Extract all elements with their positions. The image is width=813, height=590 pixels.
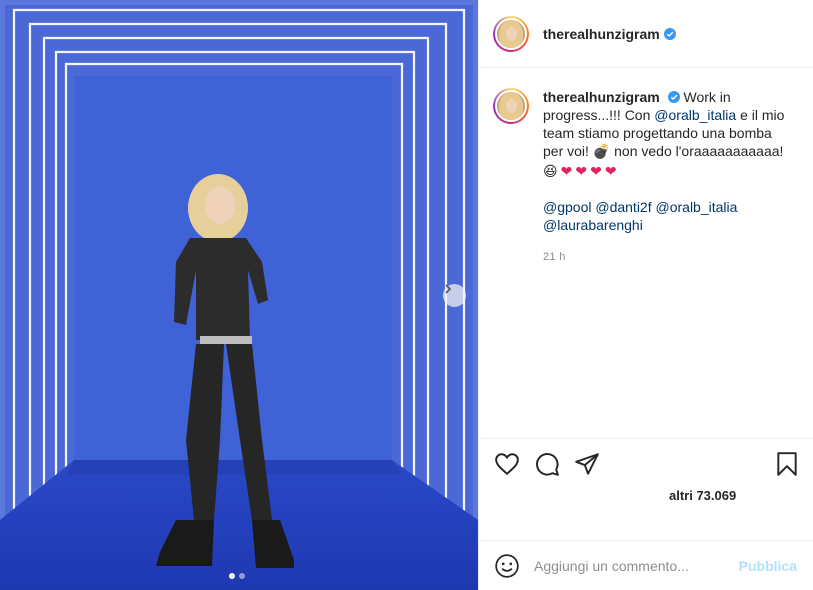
heart-emoji: ❤ — [604, 163, 617, 179]
action-bar — [479, 438, 813, 494]
mention-link[interactable]: @gpool — [543, 199, 591, 215]
caption-line: team stiamo progettando una bomba — [543, 125, 772, 141]
comment-input[interactable] — [534, 557, 724, 574]
header-username[interactable]: therealhunzigram — [543, 26, 660, 42]
photo-illustration — [0, 0, 478, 590]
post-side-panel: therealhunzigram therealhunzigram Work i… — [478, 0, 813, 590]
caption-avatar[interactable] — [493, 88, 529, 124]
caption-line: Work in — [683, 89, 731, 105]
caption-line: non vedo l'oraaaaaaaaaaa! — [610, 143, 784, 159]
post-caption: therealhunzigram Work in progress...!!! … — [493, 88, 803, 266]
post-timestamp[interactable]: 21 h — [543, 248, 799, 266]
mention-link[interactable]: @oralb_italia — [654, 107, 736, 123]
laughing-emoji: 😆 — [543, 163, 558, 179]
heart-emoji: ❤ — [575, 163, 588, 179]
heart-emoji: ❤ — [590, 163, 602, 179]
verified-icon — [663, 27, 676, 40]
comment-icon[interactable] — [534, 451, 560, 477]
bookmark-icon[interactable] — [774, 451, 800, 477]
comment-bar: Pubblica — [479, 540, 813, 590]
likes-count[interactable]: altri 73.069 — [669, 488, 736, 503]
verified-icon — [667, 91, 680, 103]
caption-line: e il mio — [736, 107, 785, 123]
post-header: therealhunzigram — [479, 0, 813, 68]
post-photo[interactable] — [0, 0, 478, 590]
caption-line: progress...!!! Con — [543, 107, 655, 123]
heart-emoji: ❤ — [560, 163, 573, 179]
caption-username[interactable]: therealhunzigram — [543, 89, 660, 105]
mention-link[interactable]: @laurabarenghi — [543, 217, 643, 233]
carousel-indicator — [229, 573, 245, 579]
bomb-emoji: 💣 — [592, 143, 611, 159]
share-icon[interactable] — [574, 451, 600, 477]
caption-line: per voi! — [543, 143, 593, 159]
chevron-right-icon — [445, 284, 452, 294]
next-photo-button[interactable] — [443, 284, 466, 307]
heart-icon[interactable] — [494, 451, 520, 477]
instagram-post-modal: therealhunzigram therealhunzigram Work i… — [0, 0, 813, 590]
caption-text: therealhunzigram Work in progress...!!! … — [543, 88, 799, 266]
carousel-dot-active — [229, 573, 235, 579]
emoji-row: 😆 ❤ ❤ ❤ ❤ — [543, 162, 799, 180]
publish-button[interactable]: Pubblica — [739, 558, 797, 574]
carousel-dot — [239, 573, 245, 579]
mention-link[interactable]: @oralb_italia — [656, 199, 738, 215]
mention-link[interactable]: @danti2f — [595, 199, 651, 215]
avatar[interactable] — [493, 15, 529, 52]
tag-list: @gpool @danti2f @oralb_italia @laurabare… — [543, 198, 799, 234]
smiley-icon[interactable] — [494, 553, 520, 579]
